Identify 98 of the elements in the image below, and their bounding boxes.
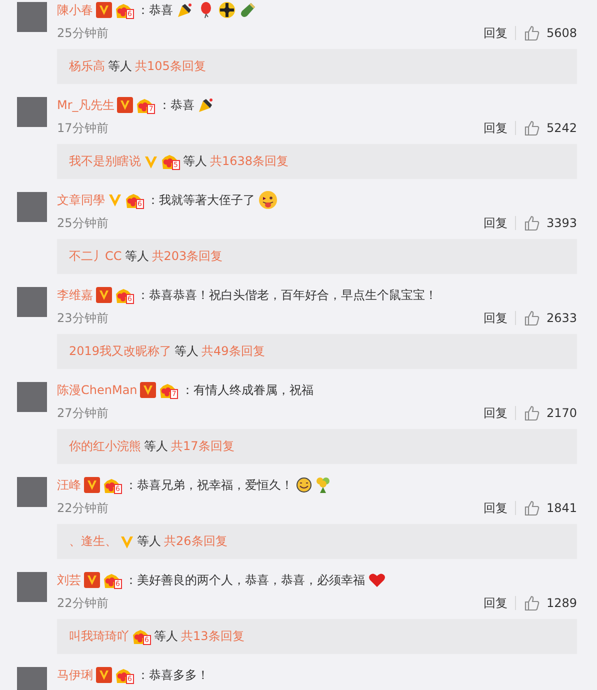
- reply-user-name[interactable]: 杨乐高: [69, 58, 105, 75]
- reply-count-link[interactable]: 共17条回复: [171, 438, 234, 455]
- user-name[interactable]: 陳小春: [57, 1, 93, 19]
- like-count: 2170: [546, 406, 577, 420]
- reply-count-link[interactable]: 共105条回复: [135, 58, 206, 75]
- comment-text: ：恭喜: [158, 97, 194, 114]
- reply-link[interactable]: 回复: [483, 310, 508, 326]
- verified-badge-icon: [120, 534, 134, 550]
- heart-icon: [368, 572, 386, 588]
- avatar-photo[interactable]: [17, 287, 47, 317]
- reply-link[interactable]: 回复: [483, 594, 508, 612]
- comment-text: ：有情人终成眷属，祝福: [181, 382, 314, 399]
- verified-badge-icon: [108, 192, 122, 208]
- like-button[interactable]: 1841: [524, 500, 577, 516]
- reply-others-text: 等人: [124, 248, 149, 265]
- post-time: 17分钟前: [57, 120, 108, 136]
- reply-user-name[interactable]: 、逢生、: [69, 533, 117, 550]
- reply-count-link[interactable]: 共26条回复: [164, 533, 228, 550]
- like-button[interactable]: 2633: [524, 310, 577, 326]
- party-popper-icon: [197, 96, 216, 114]
- comment-text: ：我就等著大侄子了: [147, 192, 255, 209]
- like-button[interactable]: 5242: [524, 120, 577, 136]
- reply-user-name[interactable]: 2019我又改昵称了: [69, 343, 172, 360]
- round-emblem-icon: [218, 1, 236, 19]
- tongue-face-icon: [258, 190, 278, 210]
- reply-link[interactable]: 回复: [483, 24, 508, 42]
- user-name[interactable]: Mr_凡先生: [57, 96, 114, 114]
- post-time: 27分钟前: [57, 404, 108, 422]
- party-popper-icon: [176, 1, 194, 19]
- verified-badge-icon: [84, 477, 100, 493]
- avatar-photo[interactable]: [17, 382, 47, 412]
- reply-others-text: 等人: [108, 58, 132, 75]
- verified-badge-icon: [96, 287, 112, 303]
- reply-count-link[interactable]: 共13条回复: [181, 628, 244, 645]
- thumbs-up-icon: [524, 25, 540, 41]
- comment-text: ：美好善良的两个人，恭喜，恭喜，必须幸福: [125, 572, 365, 589]
- comment-text: ：恭喜多多！: [137, 667, 209, 684]
- avatar-photo[interactable]: [17, 477, 47, 507]
- user-name[interactable]: 刘芸: [57, 571, 81, 589]
- reply-user-name[interactable]: 我不是别瞎说: [69, 153, 141, 170]
- reply-user-name[interactable]: 你的红小浣熊: [69, 438, 141, 455]
- smiling-face-icon: [296, 477, 312, 493]
- comment-text: ：恭喜恭喜！祝白头偕老，百年好合，早点生个鼠宝宝！: [137, 287, 437, 304]
- like-button[interactable]: 2170: [524, 405, 577, 421]
- thumbs-up-icon: [524, 500, 540, 516]
- verified-badge-icon: [96, 667, 112, 683]
- post-time: 25分钟前: [57, 24, 108, 42]
- verified-badge-icon: [117, 97, 134, 113]
- reply-link[interactable]: 回复: [483, 500, 508, 516]
- reply-others-text: 等人: [174, 343, 199, 360]
- reply-count-link[interactable]: 共203条回复: [152, 248, 223, 265]
- user-name[interactable]: 汪峰: [57, 476, 81, 494]
- avatar-photo[interactable]: [17, 572, 47, 602]
- user-name[interactable]: 文章同學: [57, 191, 105, 209]
- like-count: 1289: [546, 596, 577, 610]
- like-count: 5608: [546, 26, 577, 40]
- reply-others-text: 等人: [137, 533, 161, 550]
- bouquet-icon: [315, 476, 331, 494]
- thumbs-up-icon: [524, 310, 540, 326]
- reply-link[interactable]: 回复: [483, 404, 508, 422]
- verified-badge-icon: [144, 154, 158, 170]
- avatar-photo[interactable]: [17, 667, 47, 690]
- avatar-photo[interactable]: [17, 192, 47, 222]
- verified-badge-icon: [140, 382, 156, 398]
- like-count: 1841: [546, 501, 577, 515]
- reply-user-name[interactable]: 叫我琦琦吖: [69, 628, 129, 645]
- thumbs-up-icon: [524, 595, 540, 611]
- reply-link[interactable]: 回复: [483, 120, 508, 136]
- champagne-bottle-icon: [239, 1, 257, 19]
- like-count: 3393: [546, 216, 577, 230]
- like-count: 5242: [546, 121, 577, 135]
- avatar-photo[interactable]: [17, 2, 47, 32]
- user-name[interactable]: 马伊琍: [57, 666, 93, 684]
- like-button[interactable]: 1289: [524, 595, 577, 611]
- like-button[interactable]: 5608: [524, 25, 577, 41]
- comment-text: ：恭喜: [137, 2, 173, 19]
- reply-others-text: 等人: [154, 628, 178, 645]
- avatar-photo[interactable]: [17, 97, 47, 127]
- comment-text: ：恭喜兄弟，祝幸福，爱恒久！: [125, 477, 293, 494]
- user-name[interactable]: 陈漫ChenMan: [57, 381, 138, 399]
- post-time: 23分钟前: [57, 310, 108, 326]
- like-count: 2633: [546, 311, 577, 325]
- verified-badge-icon: [84, 572, 100, 588]
- user-name[interactable]: 李维嘉: [57, 286, 93, 304]
- thumbs-up-icon: [524, 215, 540, 231]
- reply-others-text: 等人: [144, 438, 168, 455]
- like-button[interactable]: 3393: [524, 215, 577, 231]
- reply-count-link[interactable]: 共49条回复: [202, 343, 265, 360]
- reply-user-name[interactable]: 不二丿CC: [69, 248, 122, 265]
- verified-badge-icon: [96, 2, 112, 18]
- reply-count-link[interactable]: 共1638条回复: [210, 153, 289, 170]
- thumbs-up-icon: [524, 120, 540, 136]
- post-time: 25分钟前: [57, 214, 108, 232]
- reply-others-text: 等人: [183, 153, 207, 170]
- reply-link[interactable]: 回复: [483, 214, 508, 232]
- thumbs-up-icon: [524, 405, 540, 421]
- post-time: 22分钟前: [57, 500, 108, 516]
- post-time: 22分钟前: [57, 594, 108, 612]
